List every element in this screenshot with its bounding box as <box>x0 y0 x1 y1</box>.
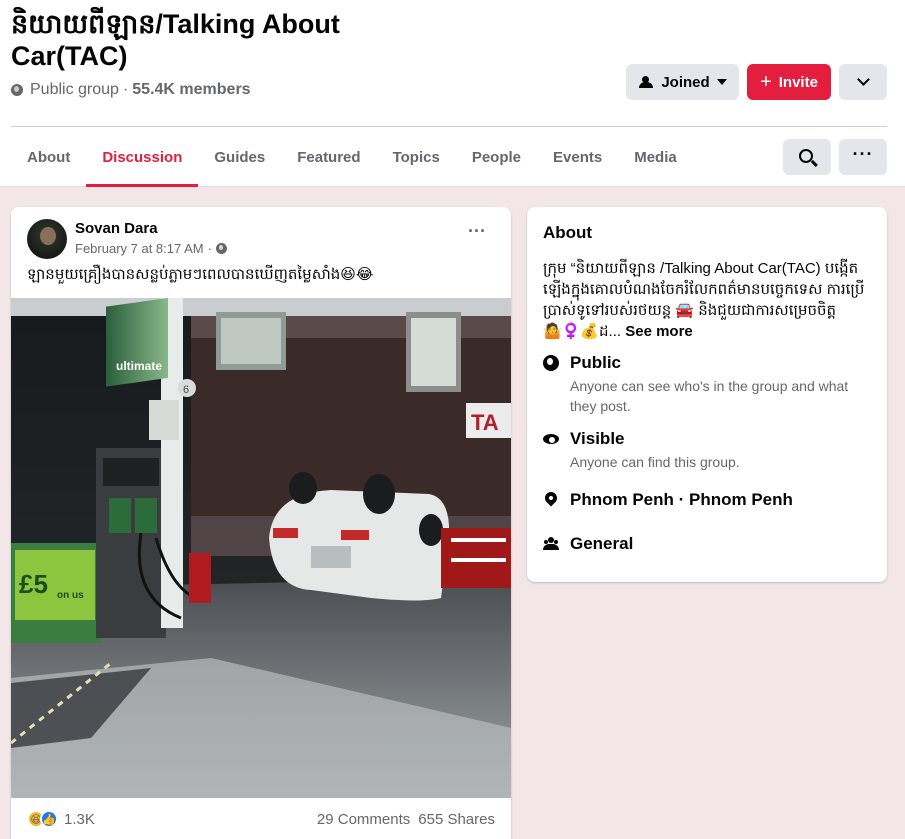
about-item-description: Anyone can find this group. <box>570 454 740 470</box>
post-footer: 😆 👍 1.3K 29 Comments 655 Shares <box>27 809 495 829</box>
post-meta: February 7 at 8:17 AM · <box>75 241 227 256</box>
tab-guides[interactable]: Guides <box>198 127 281 187</box>
more-dots-icon: ··· <box>852 144 874 164</box>
location-pin-icon <box>543 492 559 508</box>
pump-number-text: 6 <box>183 384 189 396</box>
about-heading: About <box>543 223 593 242</box>
plus-icon: + <box>760 71 772 93</box>
see-more-link[interactable]: See more <box>625 323 693 340</box>
invite-label: Invite <box>778 73 818 91</box>
post-timestamp[interactable]: February 7 at 8:17 AM <box>75 241 204 256</box>
about-item-title: General <box>570 534 634 553</box>
people-icon <box>543 536 559 552</box>
tab-about[interactable]: About <box>11 127 86 187</box>
about-item-title[interactable]: Phnom Penh · Phnom Penh <box>570 490 793 510</box>
group-options-button[interactable]: ··· <box>839 139 887 175</box>
about-card: About ក្រុម “និយាយពីឡាន /Talking About C… <box>527 207 887 582</box>
tab-discussion[interactable]: Discussion <box>86 127 199 187</box>
post-options-button[interactable]: ··· <box>461 222 493 247</box>
feed-post: Sovan Dara February 7 at 8:17 AM · ··· ឡ… <box>11 207 511 839</box>
caret-down-icon <box>716 79 727 85</box>
group-header: និយាយពីឡាន/Talking About Car(TAC) Public… <box>0 0 905 187</box>
post-stats: 29 Comments 655 Shares <box>317 811 495 828</box>
post-photo[interactable]: TA £5 on us ultimate 6 <box>11 298 511 798</box>
people-icon <box>638 76 654 88</box>
eye-icon <box>543 431 559 447</box>
petrol-station-scene: TA £5 on us ultimate 6 <box>11 298 511 798</box>
tab-people[interactable]: People <box>456 127 537 187</box>
joined-button[interactable]: Joined <box>626 64 739 100</box>
tab-topics[interactable]: Topics <box>377 127 456 187</box>
group-member-count[interactable]: 55.4K members <box>132 81 250 99</box>
tab-events[interactable]: Events <box>537 127 618 187</box>
group-meta: Public group · 55.4K members <box>11 81 251 99</box>
post-meta-separator: · <box>207 241 212 256</box>
about-item-description: Anyone can see who's in the group and wh… <box>570 378 849 414</box>
about-description-text: ក្រុម “និយាយពីឡាន /Talking About Car(TAC… <box>543 260 865 340</box>
like-reaction-icon[interactable]: 👍 <box>40 810 58 828</box>
group-search-button[interactable] <box>783 139 831 175</box>
group-more-button[interactable] <box>839 64 887 100</box>
meta-separator: · <box>122 81 129 98</box>
building-sign-text: TA <box>471 410 499 435</box>
shares-count[interactable]: 655 Shares <box>418 811 495 828</box>
about-description: ក្រុម “និយាយពីឡាន /Talking About Car(TAC… <box>543 258 873 342</box>
price-sign-text: £5 <box>19 569 48 599</box>
post-author[interactable]: Sovan Dara <box>75 220 158 237</box>
group-privacy[interactable]: Public group <box>30 81 119 99</box>
group-title[interactable]: និយាយពីឡាន/Talking About Car(TAC) <box>11 8 431 72</box>
avatar[interactable] <box>27 219 67 259</box>
audience-globe-icon[interactable] <box>215 243 227 254</box>
chevron-down-icon <box>856 73 870 86</box>
reaction-count[interactable]: 1.3K <box>64 811 95 828</box>
price-sign-sub-text: on us <box>57 590 84 601</box>
post-text: ឡានមួយគ្រឿងបានសន្លប់ភ្លាមៗពេលបានឃើញតម្លៃ… <box>27 266 374 283</box>
globe-icon <box>11 84 23 96</box>
fuel-brand-text: ultimate <box>116 359 162 373</box>
invite-button[interactable]: + Invite <box>747 64 831 100</box>
about-item-title: Visible <box>570 429 625 448</box>
tab-featured[interactable]: Featured <box>281 127 376 187</box>
search-icon <box>798 148 813 163</box>
comments-count[interactable]: 29 Comments <box>317 811 410 828</box>
tab-media[interactable]: Media <box>618 127 693 187</box>
group-tabs: About Discussion Guides Featured Topics … <box>11 127 693 187</box>
about-item-title: Public <box>570 353 622 372</box>
joined-label: Joined <box>661 73 710 91</box>
globe-icon <box>543 355 559 371</box>
